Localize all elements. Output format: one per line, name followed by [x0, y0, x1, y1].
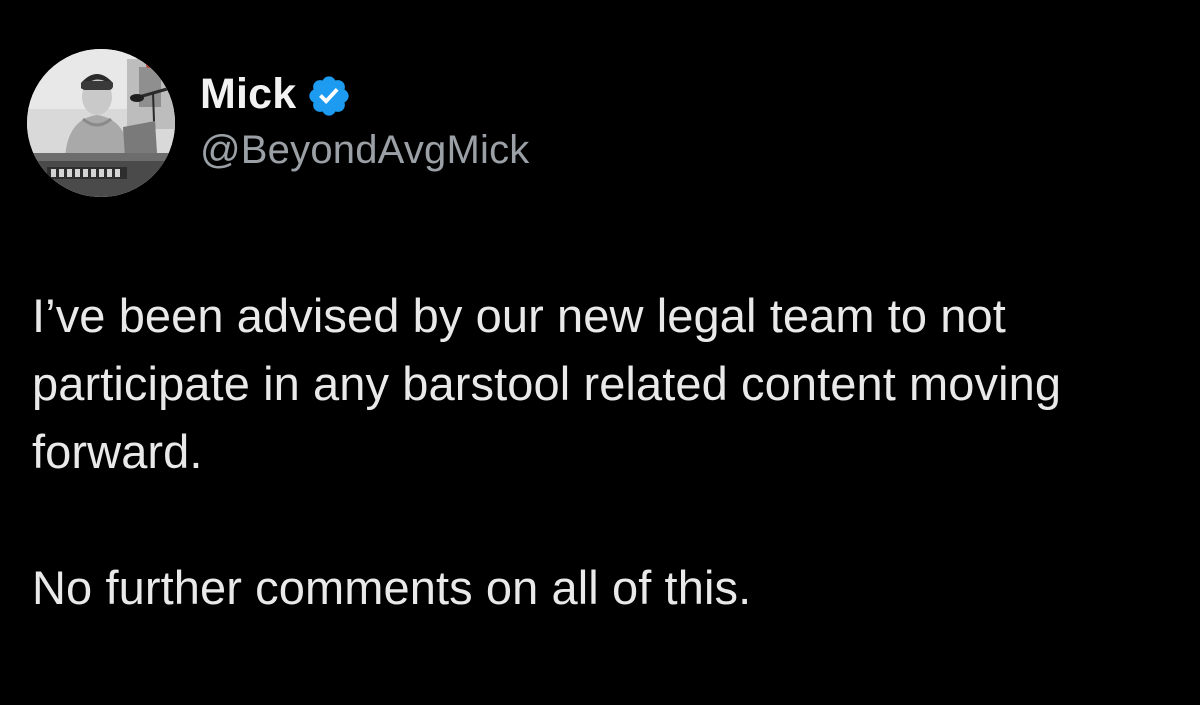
display-name[interactable]: Mick	[200, 70, 296, 119]
author-handle[interactable]: @BeyondAvgMick	[200, 128, 529, 173]
avatar[interactable]	[27, 49, 175, 197]
tweet-text: I’ve been advised by our new legal team …	[32, 282, 1182, 622]
tweet-card: Mick @BeyondAvgMick I’ve been advised by…	[0, 0, 1200, 705]
tweet-paragraph: No further comments on all of this.	[32, 561, 752, 614]
author-name-row: Mick	[200, 64, 352, 124]
profile-photo	[27, 49, 175, 197]
tweet-paragraph: I’ve been advised by our new legal team …	[32, 289, 1062, 478]
verified-badge-icon[interactable]	[306, 73, 352, 119]
